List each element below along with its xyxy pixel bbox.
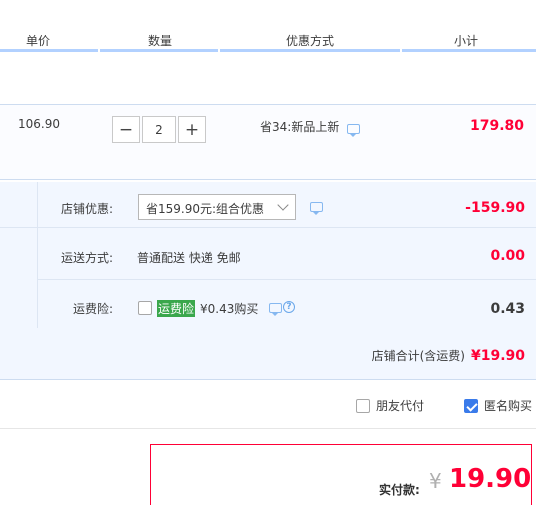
anonymous-label: 匿名购买 [484, 399, 533, 413]
message-icon[interactable] [347, 124, 360, 137]
anonymous-checkbox[interactable] [464, 398, 478, 413]
payment-summary: 实付款: ¥ 19.90 [150, 444, 532, 505]
col-quantity: 数量 [148, 34, 173, 48]
quantity-input[interactable]: 2 [142, 116, 176, 143]
help-icon[interactable]: ? [283, 301, 295, 313]
insurance-value: 0.43 [490, 301, 525, 317]
friend-pay-checkbox[interactable] [356, 398, 370, 413]
shop-discount-select[interactable]: 省159.90元:组合优惠 [138, 194, 296, 220]
unit-price: 106.90 [18, 117, 60, 131]
increase-quantity-button[interactable]: + [178, 116, 206, 143]
shop-left-gutter [0, 182, 38, 328]
header-underline [220, 49, 400, 52]
item-promo: 省34:新品上新 [260, 118, 360, 137]
shop-total-label: 店铺合计(含运费) [371, 349, 465, 363]
header-underline [402, 49, 536, 52]
pay-label: 实付款: [379, 483, 420, 497]
order-confirm-panel: 单价 数量 优惠方式 小计 106.90 − 2 + 省34:新品上新 179.… [0, 0, 536, 505]
decrease-quantity-button[interactable]: − [112, 116, 140, 143]
pay-amount: 19.90 [449, 464, 532, 494]
shop-discount-value: -159.90 [465, 200, 525, 216]
message-icon[interactable] [310, 202, 323, 215]
shop-total-value: ¥19.90 [470, 348, 525, 364]
header-underline [100, 49, 218, 52]
item-promo-text: 省34:新品上新 [260, 120, 340, 134]
cart-item-row: 106.90 − 2 + 省34:新品上新 179.80 [0, 104, 536, 180]
col-subtotal: 小计 [454, 34, 479, 48]
header-underline [0, 49, 98, 52]
shipping-label: 运送方式: [61, 251, 114, 265]
quantity-stepper: − 2 + [112, 116, 206, 143]
item-subtotal: 179.80 [469, 118, 524, 134]
anonymous-option[interactable]: 匿名购买 [464, 397, 532, 414]
shop-total: 店铺合计(含运费) ¥19.90 [372, 347, 525, 364]
insurance-price: ¥0.43购买 [200, 302, 259, 316]
col-unit-price: 单价 [26, 34, 51, 48]
col-promo: 优惠方式 [286, 34, 335, 48]
shipping-value: 0.00 [490, 248, 525, 264]
chevron-down-icon [277, 199, 289, 211]
insurance-label: 运费险: [73, 302, 114, 316]
shipping-method: 普通配送 快递 免邮 [137, 251, 241, 265]
currency-symbol: ¥ [429, 469, 442, 493]
shop-summary: 店铺优惠: 省159.90元:组合优惠 -159.90 运送方式: 普通配送 快… [0, 182, 536, 380]
shop-discount-row: 店铺优惠: 省159.90元:组合优惠 -159.90 [38, 182, 536, 228]
column-header: 单价 数量 优惠方式 小计 [0, 28, 536, 52]
shop-discount-label: 店铺优惠: [61, 202, 114, 216]
insurance-tag: 运费险 [157, 300, 196, 317]
shipping-row: 运送方式: 普通配送 快递 免邮 0.00 [38, 228, 536, 280]
insurance-row: 运费险: 运费险 ¥0.43购买 ? 0.43 [38, 280, 536, 328]
insurance-checkbox[interactable] [138, 301, 152, 315]
friend-pay-option[interactable]: 朋友代付 [356, 397, 424, 414]
message-icon[interactable] [269, 303, 282, 316]
order-options: 朋友代付 匿名购买 [0, 381, 536, 429]
shop-discount-select-value: 省159.90元:组合优惠 [146, 202, 265, 216]
friend-pay-label: 朋友代付 [376, 399, 425, 413]
